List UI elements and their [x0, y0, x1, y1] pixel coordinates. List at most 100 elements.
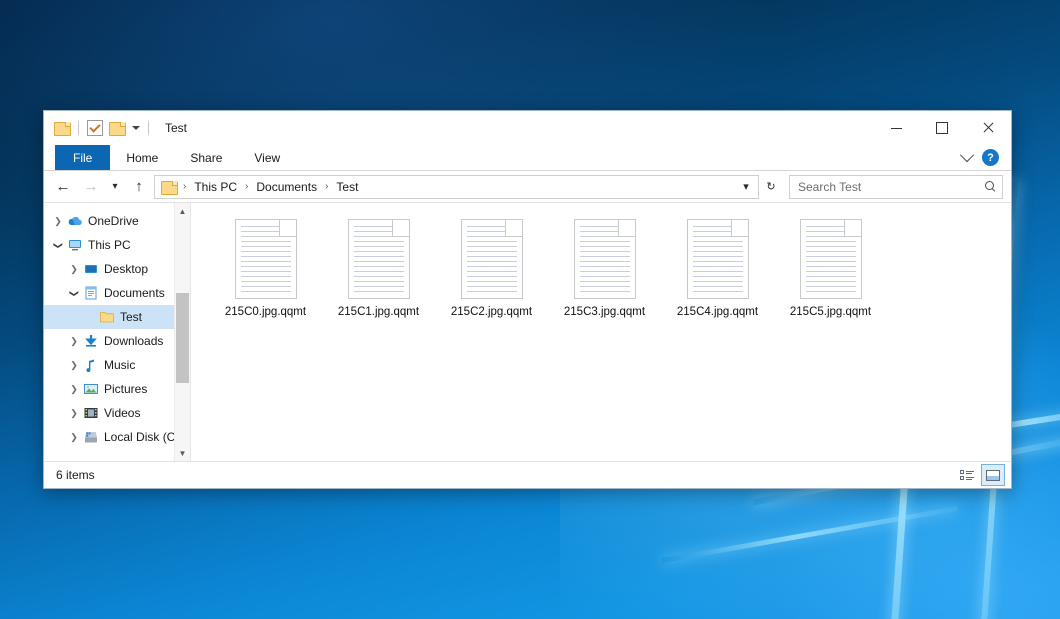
sidebar-item-label: Videos: [104, 406, 140, 420]
file-item[interactable]: 215C2.jpg.qqmt: [435, 217, 548, 341]
refresh-icon[interactable]: ↻: [761, 177, 781, 197]
scroll-down-icon[interactable]: ▼: [175, 445, 190, 461]
sidebar-item-pictures[interactable]: ❯ Pictures: [44, 377, 190, 401]
minimize-button[interactable]: [873, 111, 919, 145]
window-title: Test: [165, 121, 187, 135]
large-icons-view-icon: [986, 470, 1000, 481]
sidebar-item-documents[interactable]: ❯ Documents: [44, 281, 190, 305]
generic-document-icon: [574, 219, 636, 299]
quick-access-toolbar: Test: [44, 111, 187, 145]
ribbon-tabs: File Home Share View ?: [44, 145, 1011, 171]
search-box[interactable]: [789, 175, 1003, 199]
sidebar-item-label: OneDrive: [88, 214, 139, 228]
close-button[interactable]: [965, 111, 1011, 145]
generic-document-icon: [687, 219, 749, 299]
ribbon-right-controls: ?: [962, 145, 1005, 170]
desktop-icon: [83, 262, 99, 276]
large-icons-view-button[interactable]: [981, 464, 1005, 486]
breadcrumb-test[interactable]: Test: [332, 179, 362, 195]
sidebar-item-label: Downloads: [104, 334, 163, 348]
twisty-collapsed-icon[interactable]: ❯: [50, 216, 66, 227]
sidebar-item-local-disk-c[interactable]: ❯ Local Disk (C:): [44, 425, 190, 449]
sidebar-item-test[interactable]: Test: [44, 305, 190, 329]
twisty-collapsed-icon[interactable]: ❯: [66, 336, 82, 347]
chevron-down-icon[interactable]: [132, 126, 140, 130]
chevron-down-icon[interactable]: [960, 148, 974, 162]
twisty-expanded-icon[interactable]: ❯: [53, 237, 64, 253]
properties-checkbox-icon[interactable]: [87, 120, 103, 136]
sidebar-item-label: Local Disk (C:): [104, 430, 183, 444]
details-view-button[interactable]: [955, 464, 979, 486]
file-list-pane[interactable]: 215C0.jpg.qqmt 215C1.jpg.qqmt 215C2.jpg.qq…: [191, 203, 1011, 461]
sidebar-item-music[interactable]: ❯ Music: [44, 353, 190, 377]
recent-locations-icon[interactable]: ▾: [106, 175, 124, 199]
sidebar-item-downloads[interactable]: ❯ Downloads: [44, 329, 190, 353]
cloud-icon: [67, 214, 83, 228]
cloud-icon: [66, 214, 84, 228]
file-item[interactable]: 215C5.jpg.qqmt: [774, 217, 887, 341]
up-arrow-icon[interactable]: ↑: [126, 175, 152, 199]
generic-document-icon: [235, 219, 297, 299]
sidebar-item-label: Music: [104, 358, 135, 372]
search-icon: [985, 181, 996, 192]
search-input[interactable]: [796, 179, 985, 195]
qat-separator-1: [78, 121, 79, 135]
scroll-up-icon[interactable]: ▲: [175, 203, 190, 219]
file-item[interactable]: 215C4.jpg.qqmt: [661, 217, 774, 341]
folder-icon[interactable]: [54, 121, 70, 135]
sidebar-item-videos[interactable]: ❯ Videos: [44, 401, 190, 425]
folder-icon: [99, 310, 115, 324]
forward-arrow-icon[interactable]: →: [78, 175, 104, 199]
generic-document-icon: [461, 219, 523, 299]
sidebar-scrollbar[interactable]: ▲ ▼: [174, 203, 190, 461]
breadcrumb-separator: ›: [182, 181, 187, 192]
back-arrow-icon[interactable]: ←: [50, 175, 76, 199]
file-item[interactable]: 215C3.jpg.qqmt: [548, 217, 661, 341]
maximize-button[interactable]: [919, 111, 965, 145]
file-item[interactable]: 215C0.jpg.qqmt: [209, 217, 322, 341]
disk-icon: [82, 430, 100, 444]
file-name-label: 215C2.jpg.qqmt: [451, 306, 532, 318]
details-view-icon: [960, 470, 974, 481]
sidebar-item-label: Documents: [104, 286, 165, 300]
twisty-collapsed-icon[interactable]: ❯: [66, 360, 82, 371]
file-name-label: 215C0.jpg.qqmt: [225, 306, 306, 318]
twisty-collapsed-icon[interactable]: ❯: [66, 432, 82, 443]
scrollbar-thumb[interactable]: [176, 293, 189, 383]
file-item[interactable]: 215C1.jpg.qqmt: [322, 217, 435, 341]
monitor-icon: [66, 238, 84, 252]
twisty-collapsed-icon[interactable]: ❯: [66, 384, 82, 395]
twisty-expanded-icon[interactable]: ❯: [69, 285, 80, 301]
sidebar-item-onedrive[interactable]: ❯ OneDrive: [44, 209, 190, 233]
twisty-collapsed-icon[interactable]: ❯: [66, 264, 82, 275]
chevron-down-icon[interactable]: ▾: [736, 177, 756, 197]
tab-view[interactable]: View: [238, 145, 296, 170]
sidebar-item-label: Test: [120, 310, 142, 324]
breadcrumb[interactable]: › This PC › Documents › Test ▾: [154, 175, 759, 199]
music-icon: [83, 358, 99, 372]
qat-separator-2: [148, 121, 149, 135]
pictures-icon: [82, 382, 100, 396]
help-icon[interactable]: ?: [982, 149, 999, 166]
address-bar-row: ← → ▾ ↑ › This PC › Documents › Test ▾ ↻: [44, 171, 1011, 202]
breadcrumb-documents[interactable]: Documents: [252, 179, 321, 195]
tab-share[interactable]: Share: [174, 145, 238, 170]
pictures-icon: [83, 382, 99, 396]
file-name-label: 215C5.jpg.qqmt: [790, 306, 871, 318]
minimize-icon: [891, 128, 902, 129]
music-icon: [82, 358, 100, 372]
new-folder-icon[interactable]: [109, 121, 125, 135]
title-bar: Test: [44, 111, 1011, 145]
sidebar-item-desktop[interactable]: ❯Desktop: [44, 257, 190, 281]
navigation-pane: ❯OneDrive❯This PC❯Desktop❯DocumentsTest❯…: [44, 203, 191, 461]
breadcrumb-separator: ›: [324, 181, 329, 192]
desktop-icon: [82, 262, 100, 276]
logo-bar-horizontal-2: [662, 506, 958, 563]
item-count-label: 6 items: [56, 468, 95, 482]
sidebar-item-this-pc[interactable]: ❯This PC: [44, 233, 190, 257]
tab-home[interactable]: Home: [110, 145, 174, 170]
twisty-collapsed-icon[interactable]: ❯: [66, 408, 82, 419]
breadcrumb-this-pc[interactable]: This PC: [190, 179, 241, 195]
sidebar-item-label: Pictures: [104, 382, 147, 396]
tab-file[interactable]: File: [55, 145, 110, 170]
